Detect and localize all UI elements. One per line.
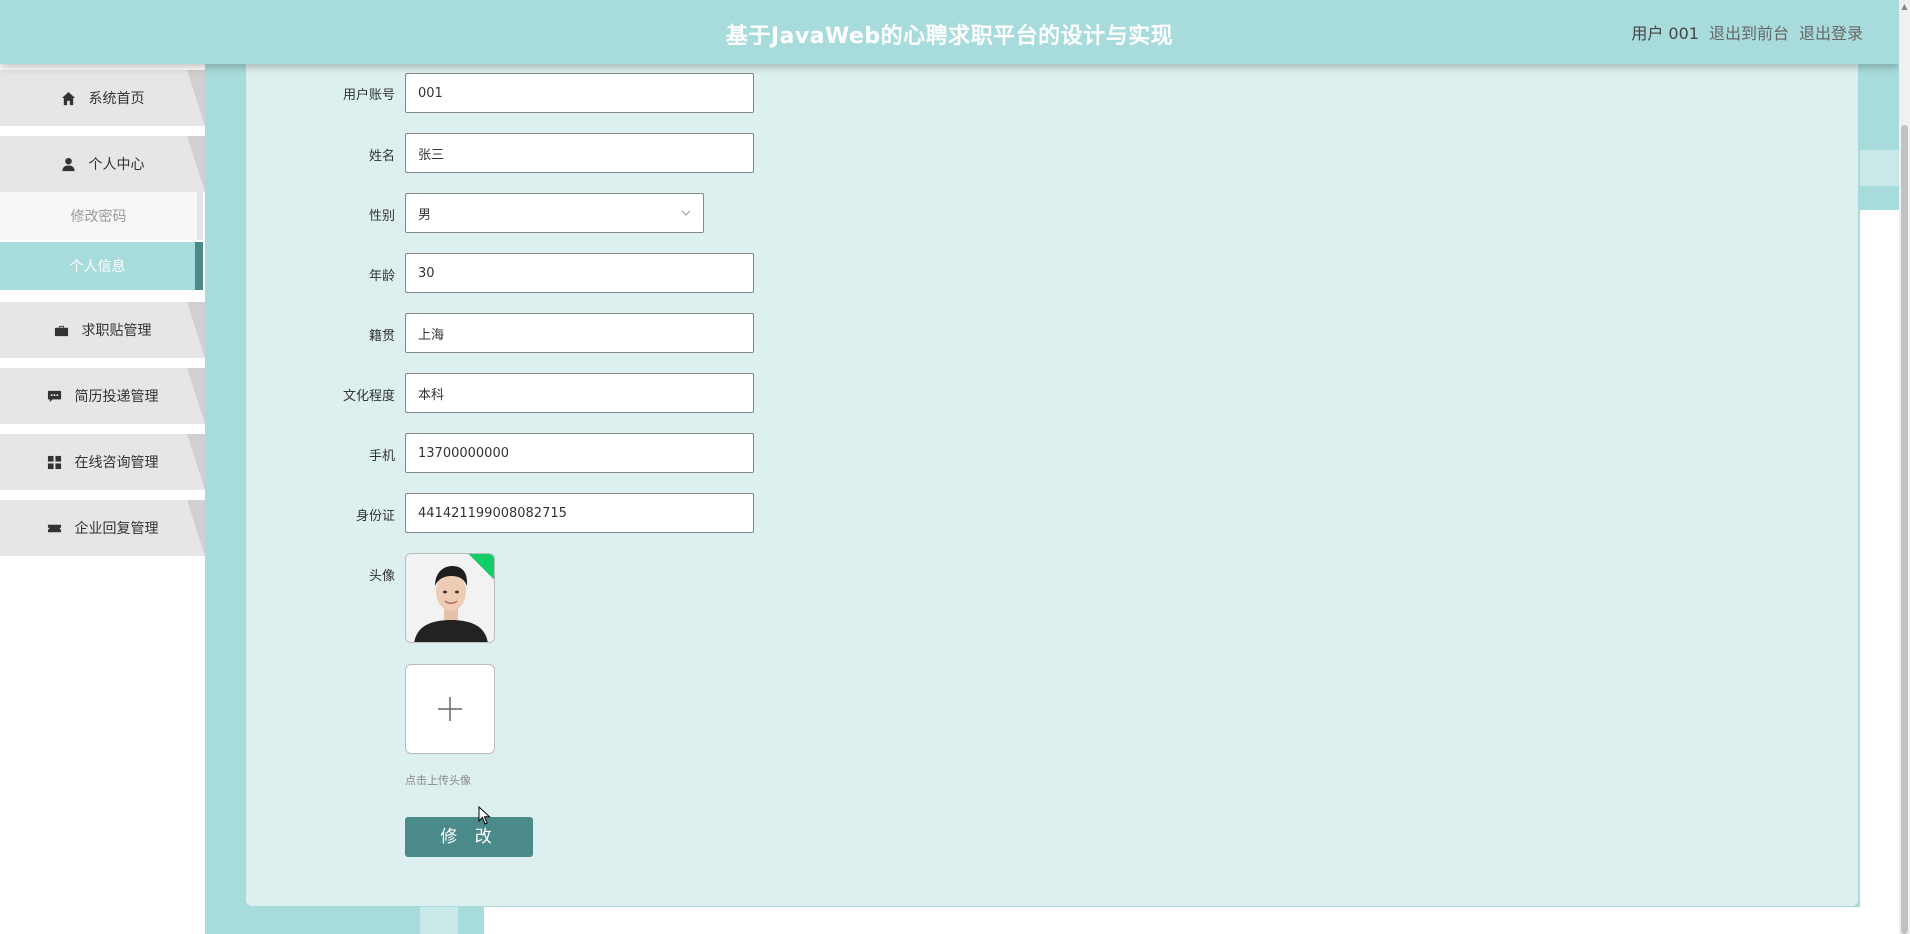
- decor-block: [1860, 150, 1899, 186]
- logout-link[interactable]: 退出登录: [1799, 20, 1863, 44]
- sidebar-item-online-consult[interactable]: 在线咨询管理: [0, 434, 205, 490]
- gender-select[interactable]: 男: [405, 193, 704, 233]
- submit-button[interactable]: 修 改: [405, 817, 533, 857]
- back-to-front-link[interactable]: 退出到前台: [1709, 20, 1789, 44]
- plus-icon: [438, 697, 462, 721]
- sidebar-subitem-label: 个人信息: [69, 259, 126, 275]
- page-title: 基于JavaWeb的心聘求职平台的设计与实现: [725, 24, 1174, 49]
- mouse-cursor-icon: [478, 806, 491, 825]
- top-header: 基于JavaWeb的心聘求职平台的设计与实现 用户 001 退出到前台 退出登录: [0, 0, 1899, 64]
- user-icon: [61, 156, 77, 172]
- hometown-input[interactable]: [405, 313, 754, 353]
- sidebar-item-label: 简历投递管理: [74, 389, 159, 405]
- gender-selected-value: 男: [418, 207, 432, 223]
- sidebar-item-job-posts[interactable]: 求职贴管理: [0, 302, 205, 358]
- sidebar-item-resume-delivery[interactable]: 简历投递管理: [0, 368, 205, 424]
- education-input[interactable]: [405, 373, 754, 413]
- decor-block: [484, 907, 1860, 934]
- scroll-up-arrow-icon[interactable]: ▲: [1899, 0, 1910, 14]
- home-icon: [61, 90, 77, 106]
- gender-label: 性别: [368, 209, 395, 224]
- decor-block: [1860, 210, 1899, 934]
- decor-block: [420, 907, 458, 934]
- scrollbar-thumb[interactable]: [1901, 125, 1908, 934]
- name-label: 姓名: [368, 149, 395, 164]
- form-card: [246, 64, 1858, 906]
- briefcase-icon: [54, 322, 70, 338]
- sidebar: 系统首页 个人中心 修改密码 个人信息 求职贴管理 简历投递管理 在线咨询管理 …: [0, 64, 205, 934]
- avatar-label: 头像: [368, 569, 395, 584]
- account-label: 用户账号: [342, 88, 395, 103]
- phone-label: 手机: [368, 449, 395, 464]
- sidebar-item-personal-center[interactable]: 个人中心: [0, 136, 205, 192]
- sidebar-item-label: 求职贴管理: [81, 323, 152, 339]
- sidebar-subitem-label: 修改密码: [70, 209, 127, 225]
- header-user-area: 用户 001 退出到前台 退出登录: [1631, 20, 1863, 44]
- current-user-label: 用户 001: [1631, 24, 1699, 43]
- account-input[interactable]: [405, 73, 754, 113]
- id-card-input[interactable]: [405, 493, 754, 533]
- page-scrollbar[interactable]: ▲: [1899, 0, 1910, 934]
- chevron-down-icon: [681, 207, 691, 217]
- sidebar-item-company-reply[interactable]: 企业回复管理: [0, 500, 205, 556]
- upload-tip: 点击上传头像: [405, 774, 471, 787]
- message-icon: [47, 388, 63, 404]
- sidebar-item-label: 在线咨询管理: [74, 455, 159, 471]
- sidebar-item-label: 企业回复管理: [74, 521, 159, 537]
- ticket-icon: [47, 520, 63, 536]
- sidebar-item-label: 个人中心: [88, 157, 145, 173]
- avatar-preview[interactable]: [405, 553, 495, 643]
- sidebar-subitem-change-password[interactable]: 修改密码: [0, 192, 203, 240]
- age-input[interactable]: [405, 253, 754, 293]
- sidebar-item-home[interactable]: 系统首页: [0, 70, 205, 126]
- id-card-label: 身份证: [355, 509, 395, 524]
- avatar-upload-button[interactable]: [405, 664, 495, 754]
- age-label: 年龄: [368, 269, 395, 284]
- hometown-label: 籍贯: [368, 329, 395, 344]
- grid-icon: [47, 454, 63, 470]
- sidebar-subitem-personal-info[interactable]: 个人信息: [0, 242, 203, 290]
- name-input[interactable]: [405, 133, 754, 173]
- education-label: 文化程度: [342, 389, 395, 404]
- sidebar-item-label: 系统首页: [88, 91, 145, 107]
- phone-input[interactable]: [405, 433, 754, 473]
